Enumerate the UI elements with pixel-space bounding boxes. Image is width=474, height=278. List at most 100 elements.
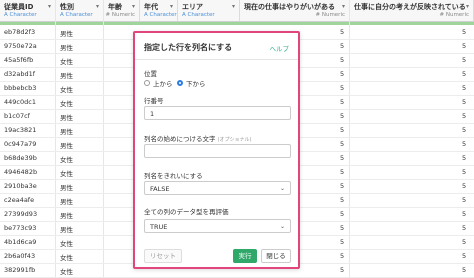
cell-employee-id: b68de39b bbox=[4, 154, 37, 162]
chevron-down-icon[interactable]: ▾ bbox=[466, 3, 469, 10]
cell-ideas-reflected: 5 bbox=[462, 196, 467, 204]
chevron-down-icon: ⌄ bbox=[279, 185, 285, 192]
cell-employee-id: eb78d2f3 bbox=[4, 28, 36, 36]
set-header-row-dialog: 指定した行を列名にする ヘルプ 位置 上から 下から 行番号 1 列名の始めにつ… bbox=[133, 31, 300, 269]
chevron-down-icon[interactable]: ▾ bbox=[232, 3, 235, 10]
cell-ideas-reflected: 5 bbox=[462, 168, 467, 176]
cell-ideas-reflected: 5 bbox=[462, 210, 467, 218]
reevaluate-types-select[interactable]: TRUE ⌄ bbox=[144, 219, 291, 233]
cell-gender: 女性 bbox=[60, 86, 73, 94]
dialog-title: 指定した行を列名にする bbox=[144, 43, 233, 52]
reset-button[interactable]: リセット bbox=[144, 249, 182, 263]
prefix-label: 列名の始めにつける文字 (オプショナル) bbox=[144, 135, 252, 143]
cell-gender: 男性 bbox=[60, 72, 73, 80]
cell-ideas-reflected: 5 bbox=[462, 112, 467, 120]
cell-gender: 男性 bbox=[60, 198, 73, 206]
cell-job-rewarding: 5 bbox=[340, 42, 345, 50]
cell-job-rewarding: 5 bbox=[340, 252, 345, 260]
cell-job-rewarding: 5 bbox=[340, 28, 345, 36]
divider bbox=[135, 59, 298, 60]
cell-ideas-reflected: 5 bbox=[462, 42, 467, 50]
cell-employee-id: 449c0dc1 bbox=[4, 98, 36, 106]
reevaluate-types-label: 全ての列のデータ型を再評価 bbox=[144, 208, 229, 216]
chevron-down-icon[interactable]: ▾ bbox=[96, 3, 99, 10]
column-header-gender[interactable]: 性別 ▾ A Character bbox=[56, 0, 104, 22]
cell-ideas-reflected: 5 bbox=[462, 126, 467, 134]
cell-job-rewarding: 5 bbox=[340, 266, 345, 274]
cell-gender: 男性 bbox=[60, 44, 73, 52]
column-name: 年代 bbox=[144, 3, 158, 11]
cell-gender: 男性 bbox=[60, 128, 73, 136]
column-type-numeric: # Numeric bbox=[105, 12, 135, 18]
cell-gender: 男性 bbox=[60, 142, 73, 150]
chevron-down-icon: ⌄ bbox=[279, 223, 285, 230]
cell-job-rewarding: 5 bbox=[340, 98, 345, 106]
column-type-character: A Character bbox=[182, 12, 215, 18]
cell-gender: 女性 bbox=[60, 58, 73, 66]
column-name: 年齢 bbox=[108, 3, 122, 11]
cell-employee-id: 2910ba3e bbox=[4, 182, 37, 190]
cell-job-rewarding: 5 bbox=[340, 154, 345, 162]
cell-employee-id: c2ea4afe bbox=[4, 196, 35, 204]
column-header-age-group[interactable]: 年代 ▾ A Character bbox=[140, 0, 178, 22]
cell-gender: 男性 bbox=[60, 114, 73, 122]
row-number-input[interactable]: 1 bbox=[144, 106, 291, 120]
cell-ideas-reflected: 5 bbox=[462, 224, 467, 232]
radio-selected-icon bbox=[177, 80, 183, 86]
cell-job-rewarding: 5 bbox=[340, 84, 345, 92]
clean-names-select[interactable]: FALSE ⌄ bbox=[144, 181, 291, 195]
column-header-job-rewarding[interactable]: 現在の仕事はやりがいがある ▾ # Numeric bbox=[240, 0, 350, 22]
cell-employee-id: 45a5f6fb bbox=[4, 56, 34, 64]
cell-job-rewarding: 5 bbox=[340, 238, 345, 246]
cell-employee-id: d32abd1f bbox=[4, 70, 36, 78]
position-label: 位置 bbox=[144, 70, 157, 78]
help-link[interactable]: ヘルプ bbox=[270, 43, 290, 53]
chevron-down-icon[interactable]: ▾ bbox=[48, 3, 51, 10]
cell-job-rewarding: 5 bbox=[340, 224, 345, 232]
cell-job-rewarding: 5 bbox=[340, 168, 345, 176]
column-name: 仕事に自分の考えが反映されている bbox=[354, 3, 466, 11]
radio-below[interactable]: 下から bbox=[177, 78, 206, 88]
prefix-input[interactable] bbox=[144, 144, 291, 158]
column-header-employee-id[interactable]: 従業員ID ▾ A Character bbox=[0, 0, 56, 22]
cell-job-rewarding: 5 bbox=[340, 182, 345, 190]
cell-gender: 女性 bbox=[60, 240, 73, 248]
chevron-down-icon[interactable]: ▾ bbox=[342, 3, 345, 10]
chevron-down-icon[interactable]: ▾ bbox=[170, 3, 173, 10]
cell-gender: 女性 bbox=[60, 268, 73, 276]
cell-job-rewarding: 5 bbox=[340, 140, 345, 148]
cell-employee-id: 0c947a79 bbox=[4, 140, 37, 148]
close-button[interactable]: 閉じる bbox=[261, 249, 291, 263]
column-header-area[interactable]: エリア ▾ A Character bbox=[178, 0, 240, 22]
column-header-ideas-reflected[interactable]: 仕事に自分の考えが反映されている ▾ # Numeric bbox=[350, 0, 474, 22]
cell-ideas-reflected: 5 bbox=[462, 252, 467, 260]
cell-ideas-reflected: 5 bbox=[462, 56, 467, 64]
column-quality-bar bbox=[0, 22, 474, 25]
execute-button[interactable]: 実行 bbox=[233, 249, 257, 263]
cell-job-rewarding: 5 bbox=[340, 112, 345, 120]
cell-job-rewarding: 5 bbox=[340, 70, 345, 78]
cell-ideas-reflected: 5 bbox=[462, 266, 467, 274]
column-name: 現在の仕事はやりがいがある bbox=[244, 3, 335, 11]
cell-employee-id: 4b1d6ca9 bbox=[4, 238, 37, 246]
cell-ideas-reflected: 5 bbox=[462, 140, 467, 148]
cell-employee-id: 2b6a0f43 bbox=[4, 252, 36, 260]
cell-job-rewarding: 5 bbox=[340, 56, 345, 64]
cell-job-rewarding: 5 bbox=[340, 210, 345, 218]
cell-gender: 女性 bbox=[60, 170, 73, 178]
row-number-label: 行番号 bbox=[144, 97, 164, 105]
cell-ideas-reflected: 5 bbox=[462, 182, 467, 190]
cell-job-rewarding: 5 bbox=[340, 196, 345, 204]
column-header-age[interactable]: 年齢 ▾ # Numeric bbox=[104, 0, 140, 22]
chevron-down-icon[interactable]: ▾ bbox=[132, 3, 135, 10]
cell-ideas-reflected: 5 bbox=[462, 84, 467, 92]
cell-job-rewarding: 5 bbox=[340, 126, 345, 134]
cell-gender: 女性 bbox=[60, 100, 73, 108]
cell-gender: 男性 bbox=[60, 184, 73, 192]
cell-gender: 女性 bbox=[60, 254, 73, 262]
radio-above[interactable]: 上から bbox=[144, 78, 173, 88]
cell-ideas-reflected: 5 bbox=[462, 28, 467, 36]
column-name: エリア bbox=[182, 3, 203, 11]
column-type-numeric: # Numeric bbox=[439, 12, 469, 18]
cell-ideas-reflected: 5 bbox=[462, 154, 467, 162]
